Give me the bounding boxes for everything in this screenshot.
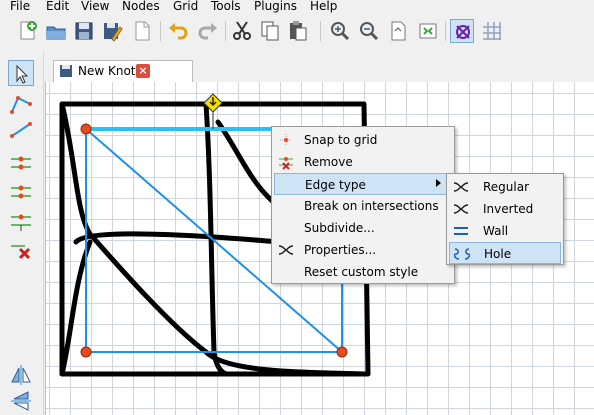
menu-item-label: Properties... bbox=[304, 243, 377, 257]
save-icon[interactable] bbox=[72, 19, 96, 43]
edge-type-wall-icon[interactable] bbox=[8, 208, 34, 234]
menu-item-label: Break on intersections bbox=[304, 199, 439, 213]
submenu-arrow-icon bbox=[436, 179, 441, 187]
delete-edge-icon[interactable] bbox=[8, 237, 34, 263]
menu-item-label: Edge type bbox=[305, 178, 366, 192]
node[interactable] bbox=[80, 123, 92, 135]
undo-icon[interactable] bbox=[166, 19, 190, 43]
submenu-item-hole[interactable]: Hole bbox=[449, 242, 561, 264]
submenu-item-regular[interactable]: Regular bbox=[449, 176, 561, 198]
menu-file[interactable]: File bbox=[10, 0, 30, 14]
menu-item-break-on-intersections[interactable]: Break on intersections bbox=[274, 195, 452, 217]
select-icon[interactable] bbox=[8, 60, 34, 86]
menu-edit[interactable]: Edit bbox=[46, 0, 69, 14]
edge-icon[interactable] bbox=[8, 116, 34, 142]
menu-item-label: Reset custom style bbox=[304, 265, 419, 279]
snap-grid-icon bbox=[280, 134, 292, 146]
tab-label: New Knot bbox=[78, 64, 136, 78]
grid-icon[interactable] bbox=[480, 19, 504, 43]
edge-type-submenu: Regular Inverted Wall Hole bbox=[446, 173, 564, 265]
submenu-item-wall[interactable]: Wall bbox=[449, 220, 561, 242]
inverted-edge-icon bbox=[453, 204, 469, 214]
submenu-item-inverted[interactable]: Inverted bbox=[449, 198, 561, 220]
left-toolbar bbox=[0, 52, 44, 415]
paste-icon[interactable] bbox=[286, 19, 310, 43]
toolbar-separator bbox=[160, 21, 161, 41]
toolbar bbox=[0, 15, 594, 51]
tab-new-knot[interactable]: New Knot × bbox=[53, 60, 193, 82]
knotter-window: File Edit View Nodes Grid Tools Plugins … bbox=[0, 0, 594, 415]
menu-help[interactable]: Help bbox=[310, 0, 337, 14]
menu-item-snap-to-grid[interactable]: Snap to grid bbox=[274, 129, 452, 151]
menu-item-edge-type[interactable]: Edge type bbox=[274, 173, 452, 195]
menu-tools[interactable]: Tools bbox=[211, 0, 241, 14]
hole-edge-icon bbox=[454, 248, 470, 260]
menubar: File Edit View Nodes Grid Tools Plugins … bbox=[0, 0, 594, 14]
edge-type-regular-icon[interactable] bbox=[8, 150, 34, 176]
tab-bar: New Knot × bbox=[45, 52, 594, 82]
open-icon[interactable] bbox=[44, 19, 68, 43]
export-icon[interactable] bbox=[130, 19, 154, 43]
menu-item-subdivide[interactable]: Subdivide... bbox=[274, 217, 452, 239]
submenu-item-label: Wall bbox=[483, 224, 509, 238]
cut-icon[interactable] bbox=[230, 19, 254, 43]
menu-item-reset-custom-style[interactable]: Reset custom style bbox=[274, 261, 452, 283]
remove-node-icon bbox=[279, 157, 293, 170]
fit-page-icon[interactable] bbox=[386, 19, 410, 43]
node[interactable] bbox=[336, 346, 348, 358]
menu-nodes[interactable]: Nodes bbox=[122, 0, 160, 14]
regular-edge-icon bbox=[453, 182, 469, 192]
submenu-item-label: Hole bbox=[484, 247, 512, 261]
zoom-out-icon[interactable] bbox=[357, 19, 381, 43]
zoom-in-icon[interactable] bbox=[328, 19, 352, 43]
menu-item-label: Remove bbox=[304, 155, 353, 169]
menu-plugins[interactable]: Plugins bbox=[254, 0, 297, 14]
close-icon[interactable]: × bbox=[136, 64, 150, 78]
toolbar-separator bbox=[445, 21, 446, 41]
toolbar-separator bbox=[320, 21, 321, 41]
redo-icon[interactable] bbox=[196, 19, 220, 43]
edge-type-inverted-icon[interactable] bbox=[8, 179, 34, 205]
menu-view[interactable]: View bbox=[81, 0, 109, 14]
copy-icon[interactable] bbox=[258, 19, 282, 43]
menu-item-remove[interactable]: Remove bbox=[274, 151, 452, 173]
wall-edge-icon bbox=[454, 227, 468, 235]
properties-icon bbox=[278, 245, 294, 255]
mirror-vertical-icon[interactable] bbox=[8, 388, 34, 414]
menu-item-properties[interactable]: Properties... bbox=[274, 239, 452, 261]
knot-display-icon[interactable] bbox=[450, 19, 474, 43]
toolbar-separator bbox=[225, 21, 226, 41]
save-icon bbox=[60, 65, 72, 77]
menu-item-label: Subdivide... bbox=[304, 221, 375, 235]
context-menu: Snap to grid Remove Edge type Break on i… bbox=[271, 126, 455, 284]
edge-chain-icon[interactable] bbox=[8, 90, 34, 116]
menu-grid[interactable]: Grid bbox=[173, 0, 198, 14]
submenu-item-label: Inverted bbox=[483, 202, 534, 216]
node[interactable] bbox=[80, 346, 92, 358]
save-as-icon[interactable] bbox=[100, 19, 124, 43]
zoom-reset-icon[interactable] bbox=[416, 19, 440, 43]
menu-item-label: Snap to grid bbox=[304, 133, 378, 147]
submenu-item-label: Regular bbox=[483, 180, 530, 194]
new-icon[interactable] bbox=[16, 19, 40, 43]
mirror-horizontal-icon[interactable] bbox=[8, 362, 34, 388]
